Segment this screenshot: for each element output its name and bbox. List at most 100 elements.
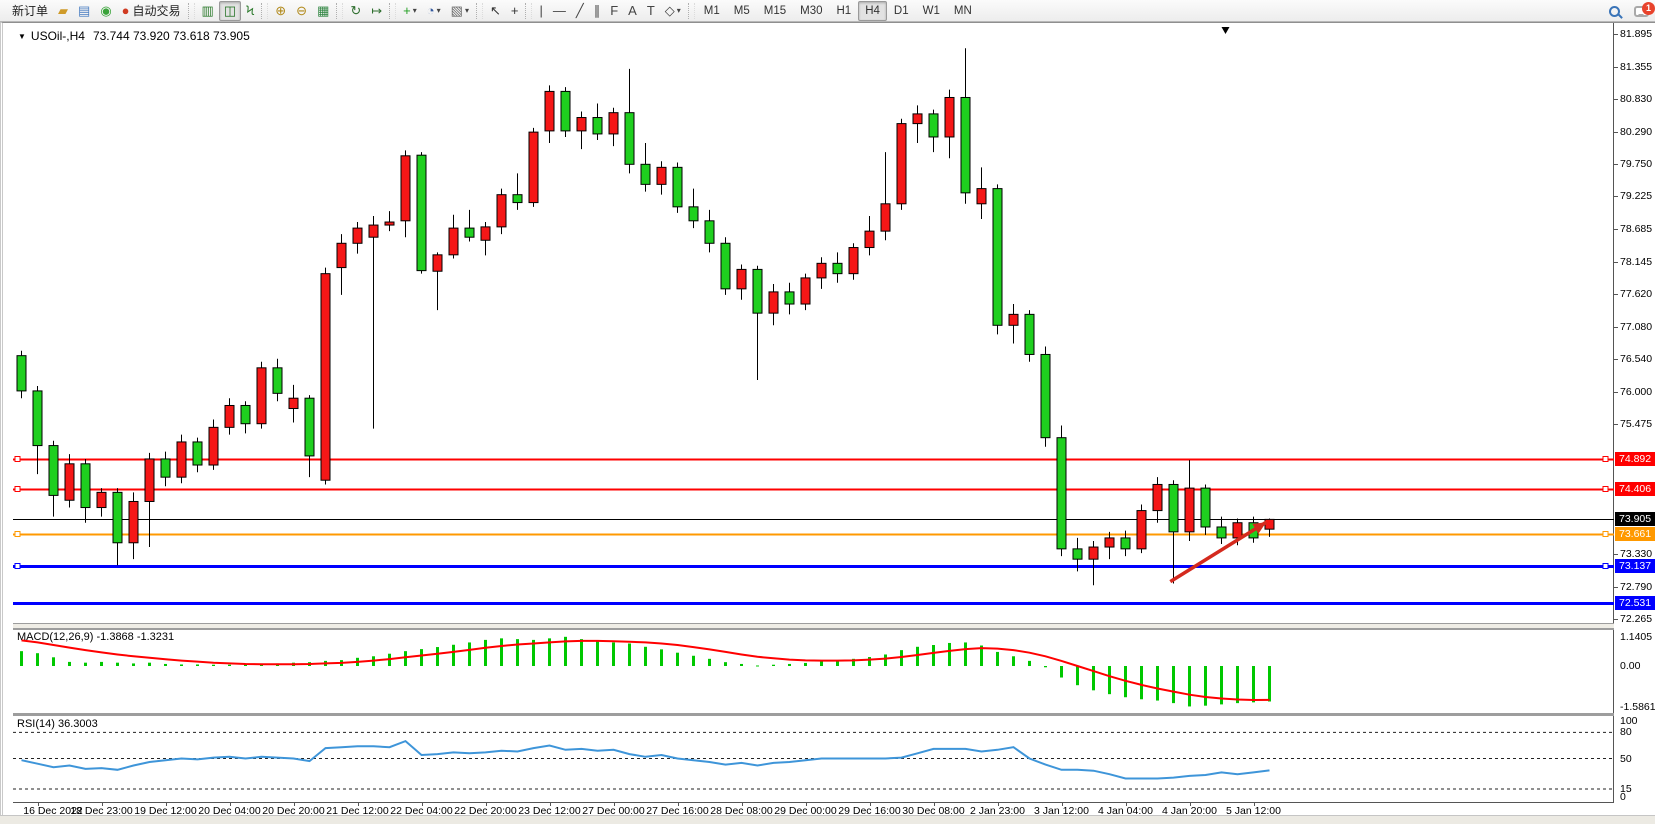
candle-body xyxy=(1265,519,1274,529)
equidistant-channel-icon[interactable]: ∥ xyxy=(589,1,606,21)
candle xyxy=(1057,426,1066,557)
line-handle[interactable] xyxy=(15,457,20,462)
periods-clock-icon[interactable]: ◔▾ xyxy=(422,1,446,21)
signals-icon[interactable]: ◉ xyxy=(95,1,116,21)
chart-window[interactable]: ▼ USOil-,H4 73.744 73.920 73.618 73.905 … xyxy=(0,22,1655,815)
price-pane[interactable] xyxy=(13,25,1614,623)
macd-bar xyxy=(724,662,727,666)
auto-scroll-icon[interactable]: ↻ xyxy=(345,1,366,21)
market-watch-icon[interactable]: ▤ xyxy=(73,1,95,21)
line-chart-icon[interactable]: Ϟ xyxy=(241,1,259,21)
tile-windows-icon[interactable]: ▦ xyxy=(312,1,334,21)
candle xyxy=(689,189,698,228)
timeframe-w1-button[interactable]: W1 xyxy=(916,1,947,21)
timeframe-m30-button[interactable]: M30 xyxy=(793,1,829,21)
zoom-in-icon: ⊕ xyxy=(275,2,286,20)
horizontal-line-icon[interactable]: — xyxy=(548,1,571,21)
rsi-pane[interactable] xyxy=(13,715,1614,802)
line-handle[interactable] xyxy=(15,532,20,537)
crosshair-icon[interactable]: + xyxy=(506,1,524,21)
line-handle[interactable] xyxy=(15,487,20,492)
candle xyxy=(33,386,42,474)
new-order-button[interactable]: 新订单 xyxy=(4,1,53,21)
timeframe-h4-button[interactable]: H4 xyxy=(858,1,887,21)
macd-bar xyxy=(772,665,775,666)
indicators-add-icon[interactable]: +▾ xyxy=(398,1,422,21)
cursor-arrow-icon[interactable]: ↖ xyxy=(485,1,506,21)
line-handle[interactable] xyxy=(1603,564,1608,569)
candle-body xyxy=(161,459,170,477)
candle xyxy=(785,283,794,315)
candle-body xyxy=(433,255,442,271)
auto-trading-button[interactable]: ●自动交易 xyxy=(117,1,186,21)
price-line-label: 74.892 xyxy=(1615,452,1655,466)
shapes-icon[interactable]: ◇▾ xyxy=(660,1,686,21)
macd-bar xyxy=(884,654,887,666)
macd-bar xyxy=(628,643,631,666)
timeframe-m1-button[interactable]: M1 xyxy=(697,1,727,21)
timeframe-m5-button[interactable]: M5 xyxy=(727,1,757,21)
chart-shift-icon[interactable]: ↦ xyxy=(366,1,387,21)
price-line-label: 73.661 xyxy=(1615,527,1655,541)
candle-body xyxy=(177,442,186,477)
chart-plot-area[interactable]: ▼ USOil-,H4 73.744 73.920 73.618 73.905 … xyxy=(13,23,1614,816)
zoom-out-icon[interactable]: ⊖ xyxy=(291,1,312,21)
line-handle[interactable] xyxy=(1603,457,1608,462)
candle xyxy=(145,453,154,547)
chart-shift-marker-icon[interactable] xyxy=(1222,27,1230,34)
zoom-in-icon[interactable]: ⊕ xyxy=(270,1,291,21)
price-axis[interactable]: 81.89581.35580.83080.29079.75079.22578.6… xyxy=(1615,23,1655,816)
shapes-icon: ◇ xyxy=(665,2,675,20)
candlestick-chart-icon[interactable]: ◫ xyxy=(219,1,241,21)
candle-body xyxy=(1041,354,1050,437)
candle xyxy=(369,216,378,429)
timeframe-h1-button[interactable]: H1 xyxy=(830,1,859,21)
macd-bar xyxy=(660,649,663,666)
candle xyxy=(241,401,250,433)
candle xyxy=(625,69,634,173)
macd-bar xyxy=(68,662,71,666)
macd-bar xyxy=(1140,666,1143,699)
text-icon[interactable]: A xyxy=(623,1,642,21)
macd-bar xyxy=(596,641,599,666)
candle xyxy=(49,441,58,517)
candle xyxy=(769,284,778,325)
timeframe-mn-button[interactable]: MN xyxy=(947,1,979,21)
crosshair-icon: + xyxy=(511,2,519,20)
text-label-icon[interactable]: T xyxy=(642,1,660,21)
candle-body xyxy=(1057,438,1066,549)
line-handle[interactable] xyxy=(1603,487,1608,492)
candle xyxy=(81,459,90,523)
search-icon[interactable] xyxy=(1609,6,1620,17)
fibonacci-icon[interactable]: F xyxy=(605,1,623,21)
bar-chart-icon[interactable]: ▥ xyxy=(197,1,219,21)
timeframe-m15-button[interactable]: M15 xyxy=(757,1,793,21)
market-watch-icon: ▤ xyxy=(78,2,90,20)
candle-body xyxy=(145,459,154,502)
vertical-line-icon[interactable]: | xyxy=(534,1,547,21)
timeframe-d1-button[interactable]: D1 xyxy=(887,1,916,21)
notifications-chat-icon[interactable]: 1 xyxy=(1634,6,1649,17)
line-handle[interactable] xyxy=(15,564,20,569)
candle xyxy=(913,105,922,143)
line-handle[interactable] xyxy=(1603,532,1608,537)
macd-pane[interactable] xyxy=(13,629,1614,713)
candle xyxy=(641,143,650,192)
candle xyxy=(481,222,490,255)
candle-body xyxy=(753,269,762,313)
trendline-icon[interactable]: ╱ xyxy=(571,1,589,21)
chart-title: ▼ USOil-,H4 73.744 73.920 73.618 73.905 xyxy=(18,29,250,43)
auto-trading-button-label: 自动交易 xyxy=(133,2,181,19)
candle xyxy=(673,162,682,212)
one-click-trading-toggle-icon[interactable]: ▼ xyxy=(18,32,26,41)
macd-bar xyxy=(212,665,215,666)
time-axis[interactable]: 16 Dec 202218 Dec 23:0019 Dec 12:0020 De… xyxy=(13,802,1614,816)
rsi-tick-label: 80 xyxy=(1620,726,1632,738)
macd-tick-label: -1.5861 xyxy=(1620,701,1655,713)
chart-window-icon[interactable]: ▰ xyxy=(53,1,73,21)
candle xyxy=(721,237,730,295)
price-line-label: 73.137 xyxy=(1615,559,1655,573)
price-line-label: 72.531 xyxy=(1615,596,1655,610)
candle-body xyxy=(673,167,682,206)
templates-icon[interactable]: ▧▾ xyxy=(446,1,474,21)
